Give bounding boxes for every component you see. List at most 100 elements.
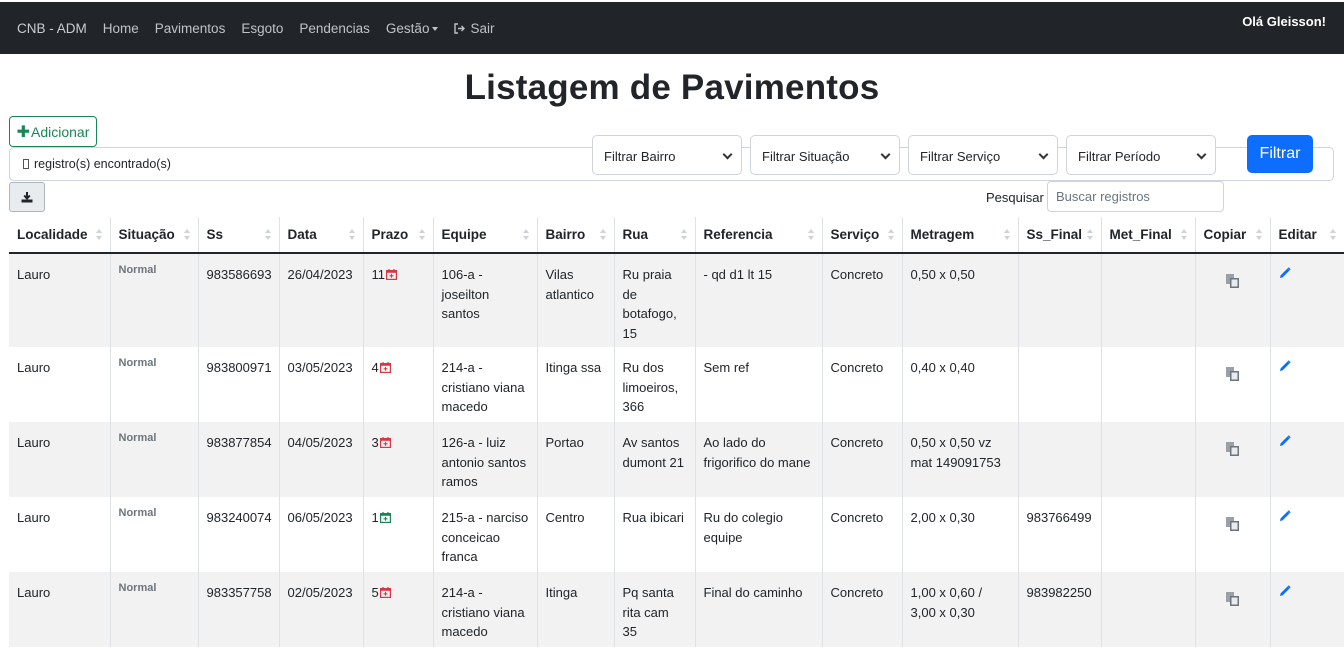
cell-localidade-text: Lauro <box>17 585 51 600</box>
cell-prazo: 1 <box>362 497 433 572</box>
copy-icon[interactable] <box>1225 441 1241 457</box>
sort-icon <box>1086 229 1093 241</box>
filter-situacao-label: Filtrar Situação <box>762 149 850 164</box>
cell-met-final <box>1100 497 1195 572</box>
sort-icon <box>680 229 687 241</box>
placeholder-glyph-icon <box>23 159 29 169</box>
col-header-editar[interactable]: Editar <box>1269 217 1344 254</box>
cell-data: 04/05/2023 <box>278 422 363 497</box>
cell-referencia: - qd d1 lt 15 <box>694 253 822 347</box>
copy-icon[interactable] <box>1225 591 1241 607</box>
pencil-icon[interactable] <box>1279 585 1291 597</box>
brand-link[interactable]: CNB - ADM <box>17 21 87 36</box>
nav-pendencias[interactable]: Pendencias <box>299 21 370 36</box>
col-header-servico[interactable]: Serviço <box>821 217 902 254</box>
cell-metragem-text: 2,00 x 0,30 <box>910 510 975 525</box>
cell-data-text: 02/05/2023 <box>287 585 353 600</box>
col-header-copiar[interactable]: Copiar <box>1194 217 1270 254</box>
filter-servico-select[interactable]: Filtrar Serviço <box>908 135 1058 175</box>
add-button[interactable]: ✚ Adicionar <box>9 116 97 147</box>
pencil-icon[interactable] <box>1279 435 1291 447</box>
cell-ss-final <box>1017 422 1101 497</box>
copy-icon[interactable] <box>1225 366 1241 382</box>
calendar-icon <box>379 587 391 598</box>
col-header-label: Metragem <box>910 227 975 242</box>
col-header-label: Ss <box>206 227 224 242</box>
cell-ss-text: 983877854 <box>206 435 272 450</box>
filter-situacao-select[interactable]: Filtrar Situação <box>750 135 900 175</box>
nav-sair[interactable]: Sair <box>454 21 494 36</box>
cell-bairro-text: Centro <box>545 510 585 525</box>
pencil-icon[interactable] <box>1279 267 1291 279</box>
col-header-situacao[interactable]: Situação <box>109 217 198 254</box>
nav-esgoto[interactable]: Esgoto <box>241 21 283 36</box>
copy-icon[interactable] <box>1225 516 1241 532</box>
cell-rua: Av santos dumont 21 <box>613 422 695 497</box>
page-title: Listagem de Pavimentos <box>464 68 880 107</box>
cell-met-final <box>1100 347 1195 422</box>
search-input[interactable] <box>1047 181 1224 212</box>
col-header-rua[interactable]: Rua <box>613 217 695 254</box>
pavimentos-table: Localidade Situação Ss Data Prazo Equipe… <box>9 217 1344 647</box>
sort-icon <box>183 229 190 241</box>
cell-bairro-text: Vilas atlantico <box>545 267 594 302</box>
export-button[interactable] <box>9 182 45 212</box>
cell-editar <box>1269 572 1344 647</box>
sort-icon <box>1003 229 1010 241</box>
filter-periodo-select[interactable]: Filtrar Período <box>1066 135 1216 175</box>
cell-rua-text: Pq santa rita cam 35 <box>622 585 674 639</box>
col-header-ss[interactable]: Ss <box>197 217 279 254</box>
cell-copiar <box>1194 572 1270 647</box>
cell-bairro: Itinga <box>536 572 614 647</box>
filter-bairro-select[interactable]: Filtrar Bairro <box>592 135 742 175</box>
pencil-icon[interactable] <box>1279 360 1291 372</box>
cell-metragem: 0,50 x 0,50 vz mat 149091753 <box>901 422 1018 497</box>
cell-prazo-text: 4 <box>371 360 379 375</box>
col-header-prazo[interactable]: Prazo <box>362 217 433 254</box>
col-header-referencia[interactable]: Referencia <box>694 217 822 254</box>
cell-data: 26/04/2023 <box>278 253 363 347</box>
sort-icon <box>522 229 529 241</box>
col-header-metragem[interactable]: Metragem <box>901 217 1018 254</box>
cell-ss: 983240074 <box>197 497 279 572</box>
col-header-bairro[interactable]: Bairro <box>536 217 614 254</box>
pencil-icon[interactable] <box>1279 510 1291 522</box>
sort-icon <box>887 229 894 241</box>
col-header-met-final[interactable]: Met_Final <box>1100 217 1195 254</box>
col-header-label: Copiar <box>1203 227 1247 242</box>
cell-rua-text: Ru praia de botafogo, 15 <box>622 267 677 341</box>
nav-home[interactable]: Home <box>103 21 139 36</box>
cell-equipe-text: 214-a - cristiano viana macedo <box>441 585 525 639</box>
nav-gestao-dropdown[interactable]: Gestão <box>386 21 439 36</box>
sort-icon <box>1180 229 1187 241</box>
cell-editar <box>1269 422 1344 497</box>
col-header-equipe[interactable]: Equipe <box>432 217 537 254</box>
col-header-data[interactable]: Data <box>278 217 363 254</box>
cell-rua: Ru praia de botafogo, 15 <box>613 253 695 347</box>
cell-servico: Concreto <box>821 422 902 497</box>
cell-servico-text: Concreto <box>830 360 884 375</box>
col-header-label: Met_Final <box>1109 227 1172 242</box>
filter-button[interactable]: Filtrar <box>1247 135 1313 173</box>
cell-data-text: 06/05/2023 <box>287 510 353 525</box>
cell-rua-text: Av santos dumont 21 <box>622 435 684 470</box>
col-header-localidade[interactable]: Localidade <box>9 217 110 254</box>
cell-equipe-text: 215-a - narciso conceicao franca <box>441 510 529 564</box>
chevron-down-icon <box>1038 149 1049 160</box>
cell-prazo: 4 <box>362 347 433 422</box>
copy-icon[interactable] <box>1225 273 1241 289</box>
cell-equipe: 214-a - cristiano viana macedo <box>432 572 537 647</box>
col-header-ss-final[interactable]: Ss_Final <box>1017 217 1101 254</box>
cell-ss-final-text: 983982250 <box>1026 585 1092 600</box>
cell-localidade-text: Lauro <box>17 360 51 375</box>
cell-referencia: Final do caminho <box>694 572 822 647</box>
cell-situacao: Normal <box>109 422 198 497</box>
cell-referencia-text: Final do caminho <box>703 585 803 600</box>
cell-bairro: Centro <box>536 497 614 572</box>
add-button-label: Adicionar <box>31 123 90 140</box>
filter-bairro-label: Filtrar Bairro <box>604 149 676 164</box>
col-header-label: Situação <box>118 227 175 242</box>
nav-pavimentos[interactable]: Pavimentos <box>155 21 226 36</box>
cell-copiar <box>1194 422 1270 497</box>
cell-servico-text: Concreto <box>830 435 884 450</box>
